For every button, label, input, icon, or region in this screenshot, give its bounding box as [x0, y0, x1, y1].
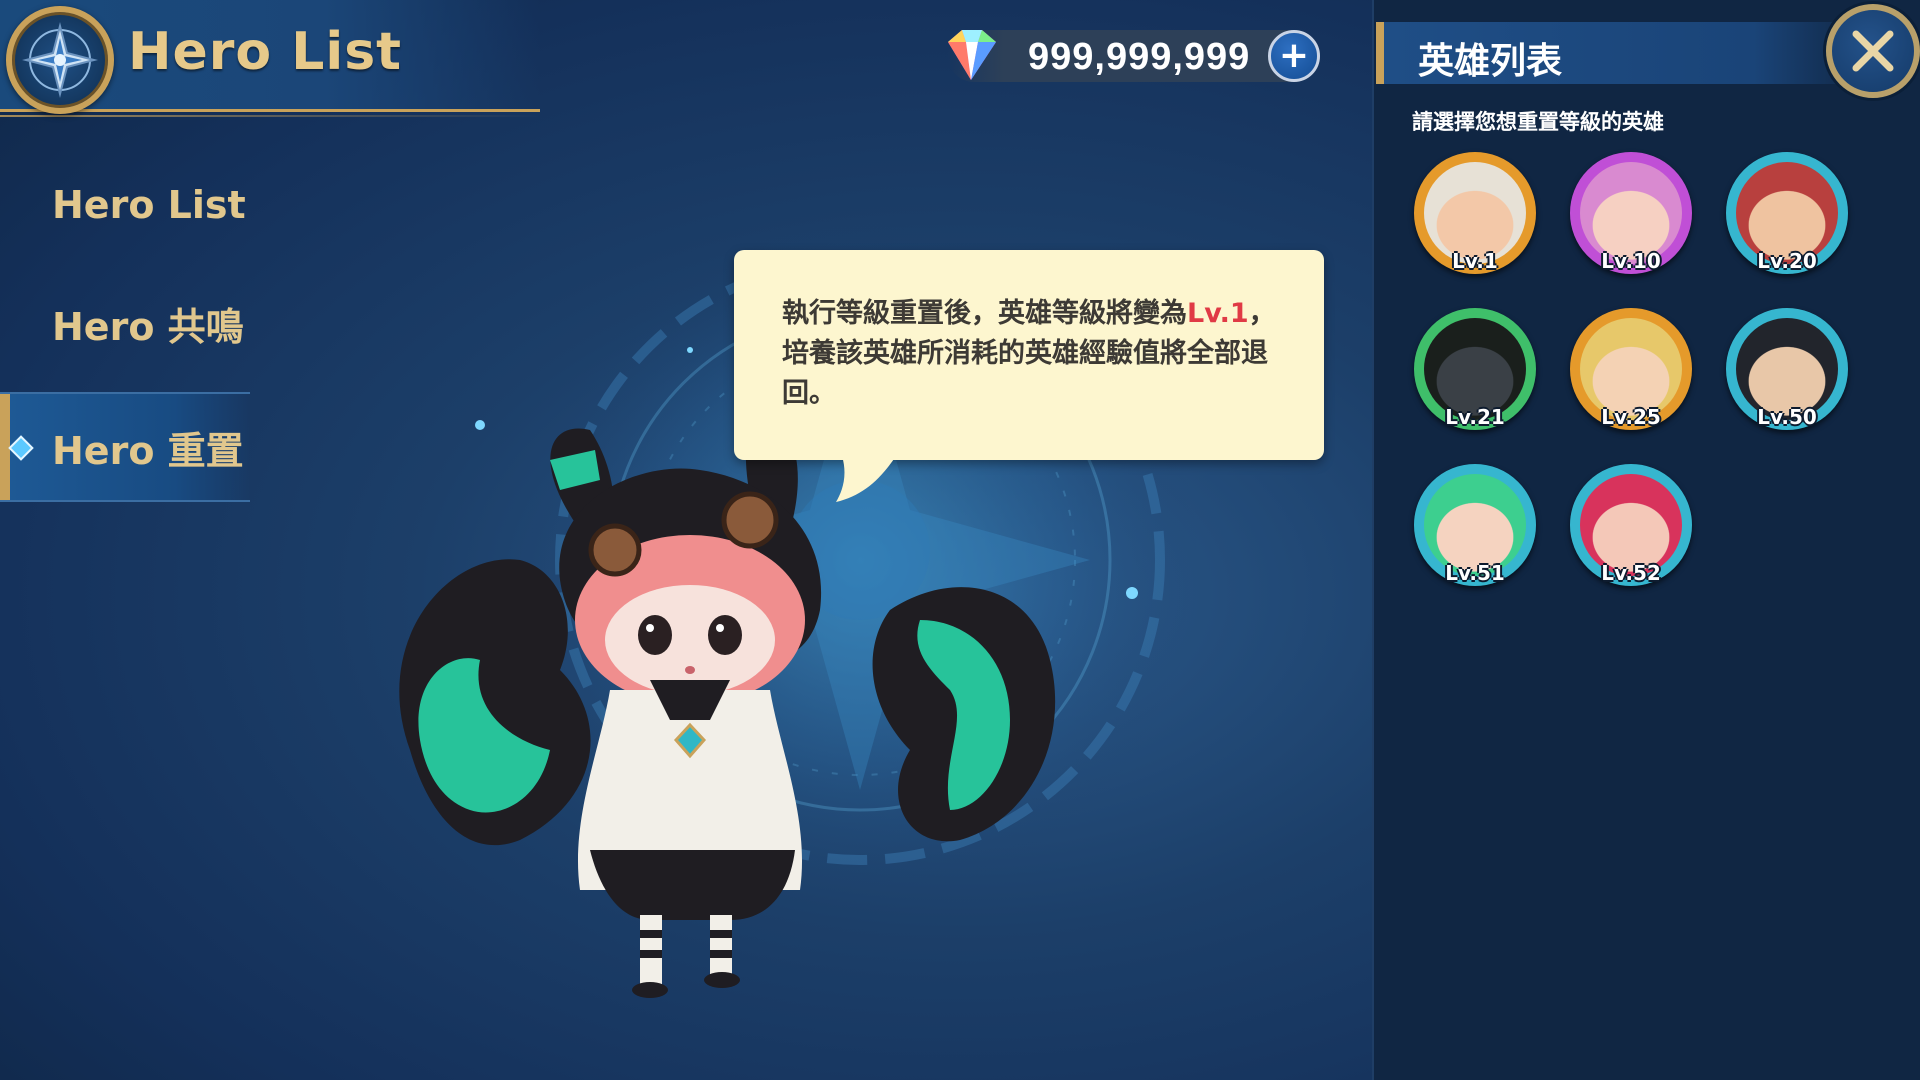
currency-display: 999,999,999 +: [948, 30, 1320, 82]
hero-portrait[interactable]: Lv.10: [1570, 152, 1692, 274]
panel-header: 英雄列表: [1376, 22, 1846, 84]
compass-emblem-icon: [6, 6, 114, 114]
hero-portrait[interactable]: Lv.52: [1570, 464, 1692, 586]
hero-level-label: Lv.1: [1452, 249, 1498, 273]
close-x-icon: [1852, 30, 1894, 72]
close-button[interactable]: [1826, 4, 1920, 98]
hero-portrait[interactable]: Lv.25: [1570, 308, 1692, 430]
hero-portrait[interactable]: Lv.20: [1726, 152, 1848, 274]
hero-level-label: Lv.50: [1757, 405, 1817, 429]
add-gems-button[interactable]: +: [1268, 30, 1320, 82]
hero-portrait[interactable]: Lv.21: [1414, 308, 1536, 430]
hero-portrait[interactable]: Lv.51: [1414, 464, 1536, 586]
nav-item-label: Hero 共鳴: [52, 304, 244, 349]
gem-count: 999,999,999: [1028, 36, 1251, 78]
nav-item-hero-list[interactable]: Hero List: [0, 150, 250, 260]
selected-diamond-icon: [8, 435, 34, 461]
nav-item-hero-resonance[interactable]: Hero 共鳴: [0, 268, 250, 378]
hero-level-label: Lv.25: [1601, 405, 1661, 429]
nav-item-hero-reset[interactable]: Hero 重置: [0, 392, 250, 502]
nav-item-label: Hero List: [52, 183, 246, 227]
nav-item-label: Hero 重置: [52, 428, 244, 473]
hero-character-art: [399, 420, 1056, 998]
hero-level-label: Lv.51: [1445, 561, 1505, 585]
hero-portrait[interactable]: Lv.1: [1414, 152, 1536, 274]
reset-info-dialog: 執行等級重置後，英雄等級將變為Lv.1，培養該英雄所消耗的英雄經驗值將全部退回。: [734, 250, 1324, 460]
page-title: Hero List: [128, 22, 403, 82]
dialog-level-highlight: Lv.1: [1187, 298, 1249, 329]
speech-bubble-tail: [836, 456, 896, 502]
hero-level-label: Lv.52: [1601, 561, 1661, 585]
hero-level-label: Lv.21: [1445, 405, 1505, 429]
hero-level-label: Lv.10: [1601, 249, 1661, 273]
panel-title: 英雄列表: [1418, 41, 1563, 82]
rainbow-gem-icon: [948, 30, 996, 80]
panel-subtitle: 請選擇您想重置等級的英雄: [1412, 110, 1664, 134]
hero-portrait[interactable]: Lv.50: [1726, 308, 1848, 430]
dialog-text-before: 執行等級重置後，英雄等級將變為: [782, 298, 1187, 329]
hero-level-label: Lv.20: [1757, 249, 1817, 273]
